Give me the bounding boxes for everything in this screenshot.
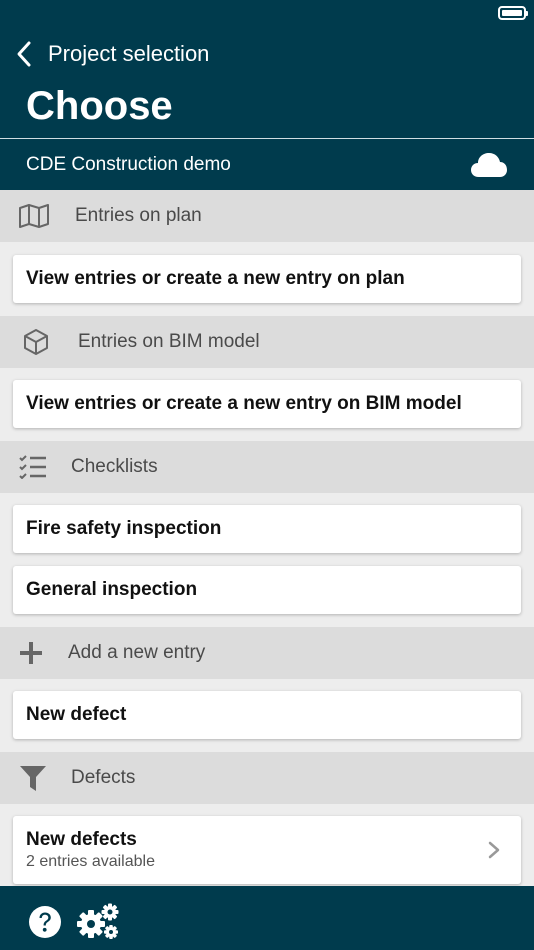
plan-view-card[interactable]: View entries or create a new entry on pl… — [13, 255, 521, 303]
section-entries-on-bim: Entries on BIM model — [0, 316, 534, 368]
card-label: New defect — [26, 704, 127, 725]
new-defects-card[interactable]: New defects 2 entries available — [13, 816, 521, 884]
section-checklists: Checklists — [0, 441, 534, 493]
top-bar: Project selection Choose CDE Constructio… — [0, 0, 534, 190]
card-label: View entries or create a new entry on BI… — [26, 393, 462, 414]
header-divider — [0, 138, 534, 139]
card-label: General inspection — [26, 579, 198, 600]
card-label: View entries or create a new entry on pl… — [26, 268, 405, 289]
section-entries-on-plan: Entries on plan — [0, 190, 534, 242]
general-inspection-card[interactable]: General inspection — [13, 566, 521, 614]
back-button[interactable]: Project selection — [14, 36, 209, 72]
project-row[interactable]: CDE Construction demo — [0, 140, 534, 190]
page-title: Choose — [26, 84, 173, 128]
card-label: Fire safety inspection — [26, 518, 222, 539]
card-subtitle: 2 entries available — [26, 853, 155, 870]
card-title: New defects — [26, 829, 137, 850]
new-defect-card[interactable]: New defect — [13, 691, 521, 739]
filter-icon — [19, 765, 47, 792]
bim-view-card[interactable]: View entries or create a new entry on BI… — [13, 380, 521, 428]
project-name: CDE Construction demo — [26, 154, 231, 175]
back-label: Project selection — [48, 41, 210, 66]
section-add-new-entry: Add a new entry — [0, 627, 534, 679]
section-label: Defects — [71, 767, 136, 788]
cloud-icon — [471, 153, 507, 177]
section-label: Checklists — [71, 456, 158, 477]
checklist-icon — [19, 455, 47, 479]
map-icon — [18, 203, 50, 229]
gears-icon[interactable] — [76, 903, 120, 939]
section-defects: Defects — [0, 752, 534, 804]
chevron-right-icon — [488, 841, 500, 859]
section-label: Add a new entry — [68, 642, 206, 663]
battery-icon — [498, 6, 528, 20]
section-label: Entries on plan — [75, 205, 202, 226]
bottom-toolbar — [0, 886, 534, 950]
help-icon[interactable] — [28, 905, 62, 939]
plus-icon — [19, 641, 43, 665]
fire-safety-inspection-card[interactable]: Fire safety inspection — [13, 505, 521, 553]
section-label: Entries on BIM model — [78, 331, 260, 352]
cube-icon — [22, 328, 50, 356]
chevron-left-icon — [17, 41, 31, 67]
